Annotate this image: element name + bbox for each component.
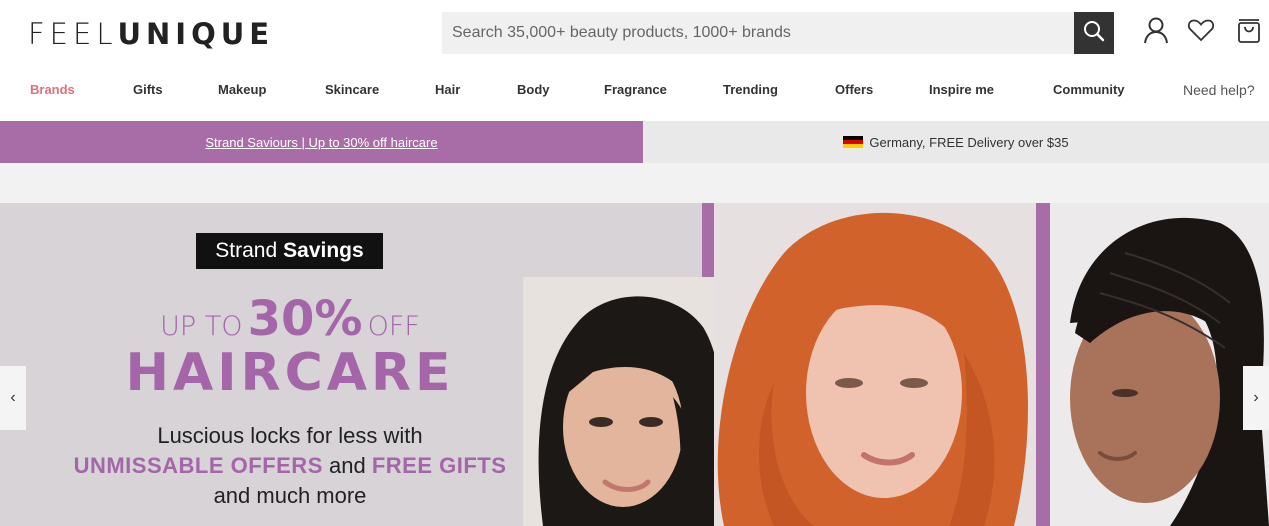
nav-item-inspire-me[interactable]: Inspire me [929, 82, 994, 97]
chevron-left-icon: ‹ [10, 389, 16, 406]
search-bar [442, 12, 1074, 54]
carousel-prev-button[interactable]: ‹ [0, 366, 26, 430]
model-photo-bob [523, 277, 729, 526]
model-photo-braids [1050, 203, 1269, 526]
search-button[interactable] [1074, 12, 1114, 54]
promo-banner: Strand Saviours | Up to 30% off haircare [0, 121, 643, 163]
model-photo-red-curls [714, 203, 1036, 526]
carousel-next-button[interactable]: › [1243, 366, 1269, 430]
nav-item-hair[interactable]: Hair [435, 82, 460, 97]
chevron-right-icon: › [1253, 389, 1259, 406]
need-help-link[interactable]: Need help? [1183, 82, 1255, 98]
wishlist-button[interactable] [1187, 18, 1215, 46]
account-button[interactable] [1142, 16, 1170, 49]
hero-discount: UP TO 30% OFF [160, 291, 420, 347]
nav-item-gifts[interactable]: Gifts [133, 82, 163, 97]
basket-button[interactable] [1235, 18, 1263, 46]
hero-headline: HAIRCARE [125, 343, 455, 403]
account-icon [1143, 16, 1169, 49]
nav-item-offers[interactable]: Offers [835, 82, 873, 97]
nav-item-brands[interactable]: Brands [30, 82, 75, 97]
promo-link[interactable]: Strand Saviours | Up to 30% off haircare [205, 135, 437, 150]
nav-item-fragrance[interactable]: Fragrance [604, 82, 667, 97]
hero-copy: Luscious locks for less with UNMISSABLE … [73, 423, 507, 508]
wishlist-heart-icon [1187, 18, 1215, 47]
delivery-info: Germany, FREE Delivery over $35 [643, 121, 1269, 163]
nav-item-community[interactable]: Community [1053, 82, 1125, 97]
nav-item-skincare[interactable]: Skincare [325, 82, 379, 97]
search-icon [1082, 19, 1106, 48]
basket-icon [1237, 16, 1261, 49]
germany-flag-icon [843, 135, 864, 149]
nav-item-trending[interactable]: Trending [723, 82, 778, 97]
hero-text-block: Strand Savings UP TO 30% OFF HAIRCARE Lus… [0, 203, 580, 526]
hero-banner[interactable]: Strand Savings UP TO 30% OFF HAIRCARE Lus… [0, 203, 1269, 526]
nav-item-body[interactable]: Body [517, 82, 550, 97]
delivery-text: Germany, FREE Delivery over $35 [869, 134, 1069, 150]
nav-item-makeup[interactable]: Makeup [218, 82, 266, 97]
feelunique-logo[interactable]: FEELUNIQUE [28, 17, 274, 51]
search-input[interactable] [442, 12, 1074, 54]
hero-tag: Strand Savings [196, 233, 383, 269]
main-navigation: Brands Gifts Makeup Skincare Hair Body F… [0, 82, 1269, 106]
site-header: FEELUNIQUE [0, 0, 1269, 66]
spacer [0, 163, 1269, 203]
